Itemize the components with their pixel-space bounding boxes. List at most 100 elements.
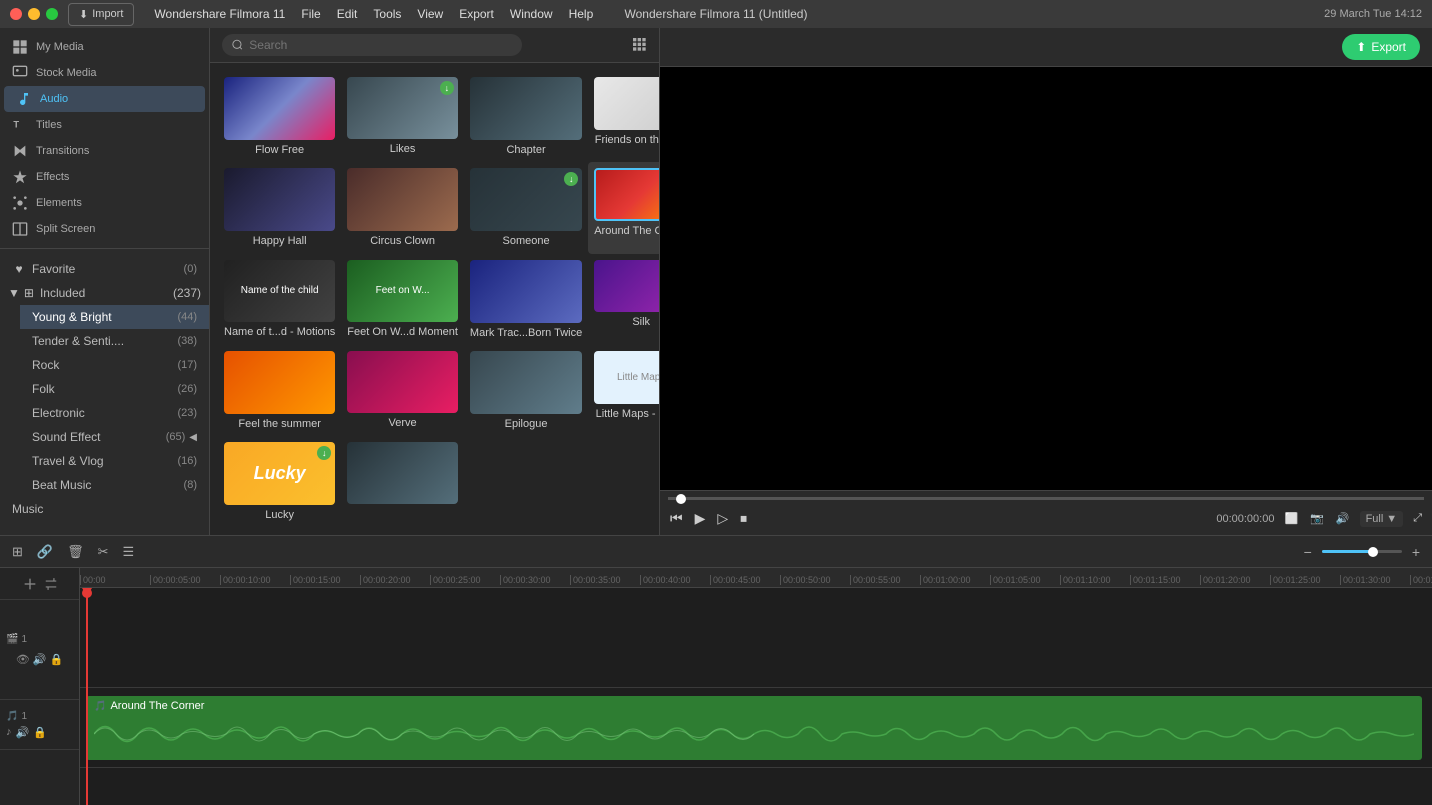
sidebar-item-beat-music[interactable]: Beat Music (8): [20, 473, 209, 497]
music-item-flow-free[interactable]: Flow Free: [218, 71, 341, 162]
tab-split-screen[interactable]: Split Screen: [0, 216, 209, 242]
tab-effects[interactable]: Effects: [0, 164, 209, 190]
timeline-ruler-tracks: 00:00 00:00:05:00 00:00:10:00 00:00:15:0…: [80, 568, 1432, 805]
audio-volume-icon[interactable]: 🔊: [16, 726, 30, 739]
search-input[interactable]: [249, 38, 512, 52]
add-track-area[interactable]: [0, 568, 79, 600]
sidebar-item-folk[interactable]: Folk (26): [20, 377, 209, 401]
music-item-verve[interactable]: Verve: [341, 345, 464, 436]
maximize-btn[interactable]: [46, 8, 58, 20]
audio-eye-icon[interactable]: ♪: [6, 726, 12, 739]
download-badge-likes: ↓: [440, 81, 454, 95]
sidebar-item-travel[interactable]: Travel & Vlog (16): [20, 449, 209, 473]
audio-track: 🎵 Around The Corner: [80, 688, 1432, 768]
track-label-video-header: 🎬 1: [6, 634, 73, 645]
audio-lock-icon[interactable]: 🔒: [33, 726, 47, 739]
tab-my-media[interactable]: My Media: [0, 34, 209, 60]
ruler-tick-5: 00:00:05:00: [150, 575, 220, 585]
sidebar-item-sound-effect[interactable]: Sound Effect (65) ◀: [20, 425, 209, 449]
music-thumb-chapter: [470, 77, 582, 140]
menu-tools[interactable]: Tools: [373, 7, 401, 21]
tab-titles[interactable]: T Titles: [0, 112, 209, 138]
quality-selector[interactable]: Full ▼: [1360, 511, 1404, 527]
music-item-summer[interactable]: Feel the summer: [218, 345, 341, 436]
music-item-feet[interactable]: Feet on W... Feet On W...d Moment: [341, 254, 464, 345]
preview-volume-button[interactable]: 🔊: [1334, 510, 1352, 527]
menu-help[interactable]: Help: [569, 7, 594, 21]
preview-fullscreen-button[interactable]: ⤢: [1411, 510, 1424, 527]
timeline-list-button[interactable]: ☰: [119, 542, 139, 562]
music-item-little-maps[interactable]: Little Maps Little Maps - Eddie: [588, 345, 659, 436]
tracks-area: 🎵 Around The Corner: [80, 588, 1432, 805]
music-item-chapter[interactable]: Chapter: [464, 71, 588, 162]
close-btn[interactable]: [10, 8, 22, 20]
menu-view[interactable]: View: [417, 7, 443, 21]
tender-count: (38): [177, 335, 197, 347]
stop-button[interactable]: ⏹: [738, 508, 749, 529]
export-button[interactable]: ⬆ Export: [1342, 34, 1420, 60]
audio-icon: [16, 91, 32, 107]
play-button[interactable]: ▶: [693, 508, 708, 529]
tab-transitions[interactable]: Transitions: [0, 138, 209, 164]
timeline-cut-button[interactable]: ✂: [94, 542, 113, 562]
tab-stock-media[interactable]: Stock Media: [0, 60, 209, 86]
minimize-btn[interactable]: [28, 8, 40, 20]
music-item-epilogue[interactable]: Epilogue: [464, 345, 588, 436]
menu-file[interactable]: File: [301, 7, 320, 21]
travel-count: (16): [177, 455, 197, 467]
timeline-zoom-slider[interactable]: [1322, 550, 1402, 553]
ruler-tick-45: 00:00:45:00: [710, 575, 780, 585]
audio-track-icon[interactable]: 🔊: [33, 653, 47, 666]
play-clip-button[interactable]: ▷: [715, 508, 730, 529]
music-item-lucky[interactable]: Lucky ↓ Lucky: [218, 436, 341, 527]
menu-window[interactable]: Window: [510, 7, 553, 21]
music-item-silk[interactable]: Silk: [588, 254, 659, 345]
music-item-last[interactable]: [341, 436, 464, 527]
nav-toolbar: My Media Stock Media Audio T Titles: [0, 28, 209, 249]
eye-icon[interactable]: 👁: [16, 653, 30, 666]
ruler-tick-120: 00:01:20:00: [1200, 575, 1270, 585]
timeline-zoom-in-button[interactable]: +: [1408, 542, 1424, 562]
scrubber[interactable]: [668, 497, 1424, 500]
music-item-happy-hall[interactable]: Happy Hall: [218, 162, 341, 253]
tab-audio[interactable]: Audio: [4, 86, 205, 112]
effects-icon: [12, 169, 28, 185]
import-button[interactable]: ⬇ Import: [68, 3, 134, 26]
chevron-down-icon: ▼: [8, 286, 20, 300]
timeline-link-button[interactable]: 🔗: [33, 542, 57, 562]
grid-toggle[interactable]: [631, 36, 647, 55]
seek-start-button[interactable]: ⏮: [668, 508, 685, 529]
ruler-tick-35: 00:00:35:00: [570, 575, 640, 585]
preview-snapshot-button[interactable]: 📷: [1308, 510, 1326, 527]
menu-export[interactable]: Export: [459, 7, 494, 21]
sidebar-item-favorite[interactable]: ♥ Favorite (0): [0, 257, 209, 281]
audio-clip[interactable]: 🎵 Around The Corner: [86, 696, 1422, 760]
timeline-toolbar: ⊞ 🔗 🗑 ✂ ☰ − +: [0, 536, 1432, 568]
tab-elements[interactable]: Elements: [0, 190, 209, 216]
search-box[interactable]: [222, 34, 522, 56]
sidebar-item-young-bright[interactable]: Young & Bright (44): [20, 305, 209, 329]
music-item-likes[interactable]: ↓ Likes: [341, 71, 464, 162]
timeline-delete-button[interactable]: 🗑: [63, 542, 88, 562]
sidebar-item-electronic[interactable]: Electronic (23): [20, 401, 209, 425]
ruler-tick-115: 00:01:15:00: [1130, 575, 1200, 585]
music-item-corner[interactable]: Around The Corner: [588, 162, 659, 253]
sidebar-sub-categories: Young & Bright (44) Tender & Senti.... (…: [0, 305, 209, 497]
sidebar-item-rock[interactable]: Rock (17): [20, 353, 209, 377]
timeline-zoom-out-button[interactable]: −: [1300, 542, 1316, 562]
preview-crop-button[interactable]: ⬜: [1282, 510, 1300, 527]
sidebar-item-music[interactable]: Music: [0, 497, 209, 521]
music-item-circus[interactable]: Circus Clown: [341, 162, 464, 253]
music-thumb-silk: [594, 260, 659, 313]
music-item-someone[interactable]: ↓ Someone: [464, 162, 588, 253]
lock-icon[interactable]: 🔒: [49, 653, 63, 666]
sidebar-item-tender[interactable]: Tender & Senti.... (38): [20, 329, 209, 353]
music-item-friends[interactable]: ↓ Friends on the way: [588, 71, 659, 162]
music-item-name-child[interactable]: Name of the child Name of t...d - Motion…: [218, 254, 341, 345]
sidebar-section-included[interactable]: ▼ ⊞ Included (237): [0, 281, 209, 305]
menu-edit[interactable]: Edit: [337, 7, 358, 21]
music-item-mark[interactable]: Mark Trac...Born Twice: [464, 254, 588, 345]
timeline-add-track-button[interactable]: ⊞: [8, 542, 27, 562]
music-thumb-name-child: Name of the child: [224, 260, 335, 323]
menu-filmora[interactable]: Wondershare Filmora 11: [154, 7, 285, 21]
